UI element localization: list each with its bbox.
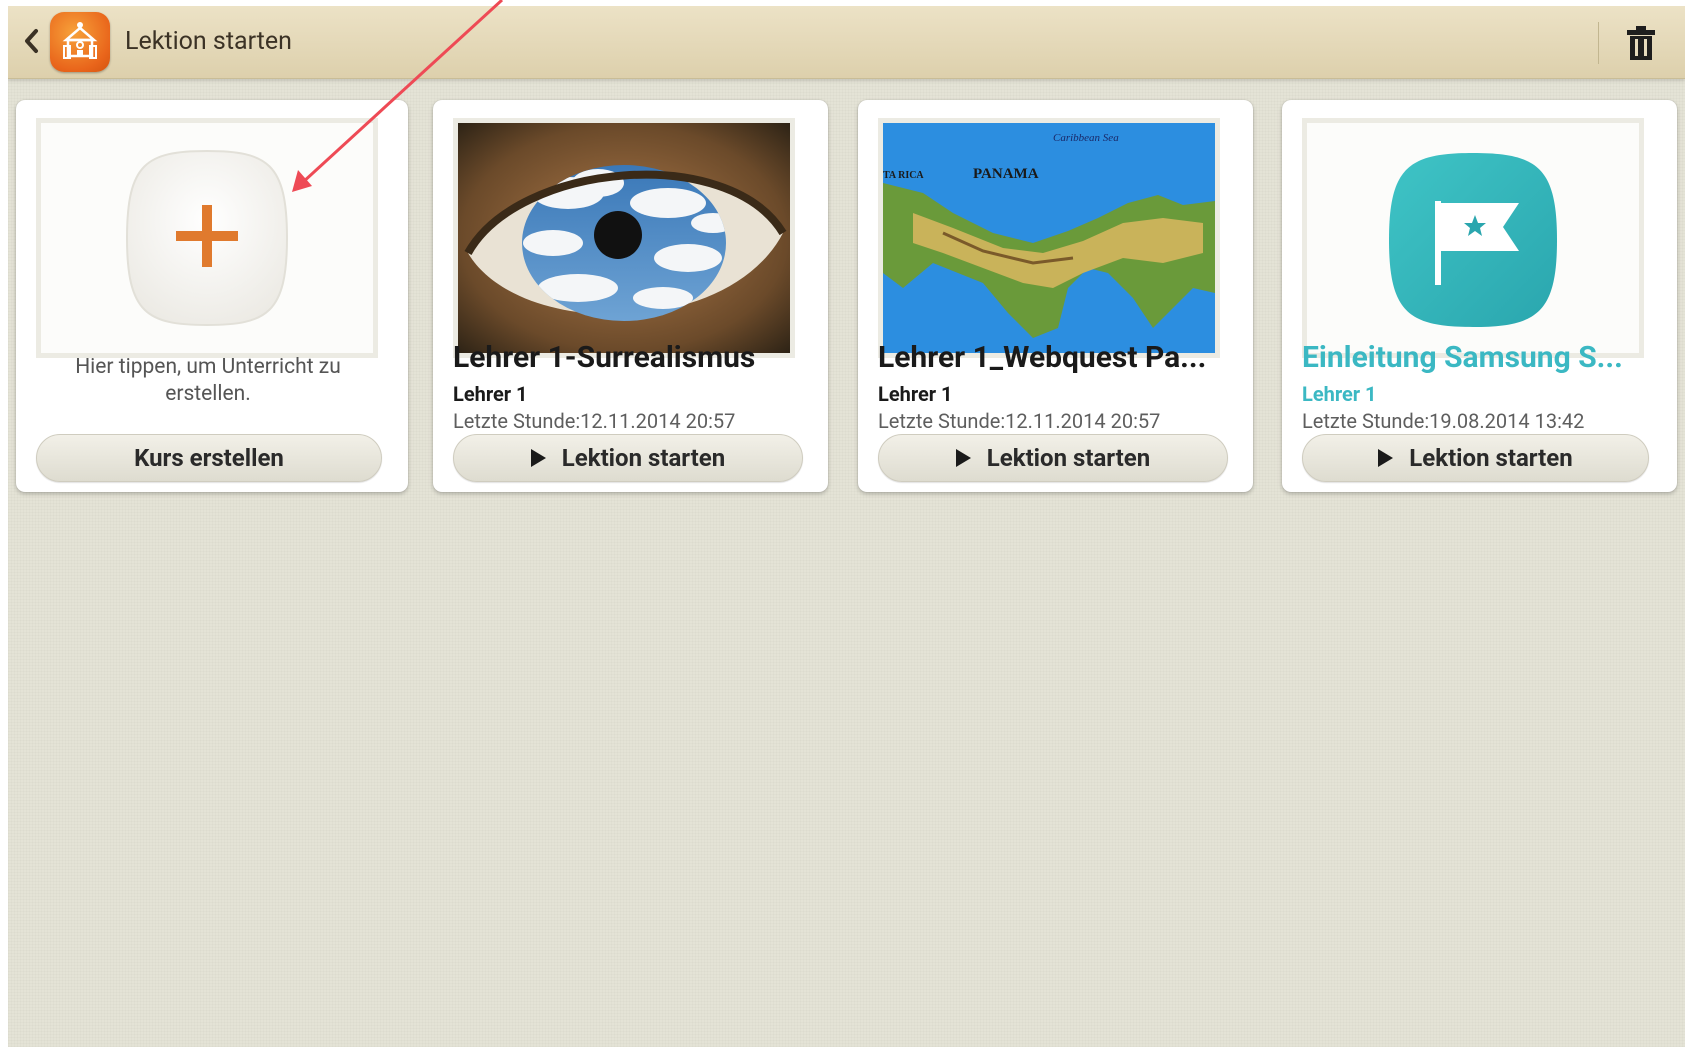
trash-icon[interactable]	[1625, 24, 1657, 62]
lesson-teacher: Lehrer 1	[453, 382, 528, 406]
play-icon	[955, 449, 971, 467]
classroom-icon[interactable]	[50, 12, 110, 72]
map-label-neighbor: TA RICA	[883, 170, 924, 181]
map-label-country: PANAMA	[973, 166, 1039, 182]
start-lesson-button[interactable]: Lektion starten	[1302, 434, 1649, 482]
lesson-card[interactable]: Caribbean Sea PANAMA TA RICA Lehrer 1_We…	[858, 100, 1253, 492]
lesson-title: Lehrer 1-Surrealismus	[453, 340, 756, 375]
start-lesson-label: Lektion starten	[986, 444, 1151, 472]
lesson-card[interactable]: Einleitung Samsung S... Lehrer 1 Letzte …	[1282, 100, 1677, 492]
chevron-left-icon[interactable]	[22, 28, 42, 54]
page-title: Lektion starten	[125, 27, 292, 56]
start-lesson-button[interactable]: Lektion starten	[878, 434, 1228, 482]
flag-icon	[1389, 153, 1557, 327]
lesson-title: Lehrer 1_Webquest Pa...	[878, 340, 1207, 375]
map-label-sea: Caribbean Sea	[1053, 132, 1119, 144]
action-bar-divider	[1598, 22, 1599, 64]
create-hint-text: Hier tippen, um Unterricht zu erstellen.	[75, 355, 341, 406]
start-lesson-label: Lektion starten	[1409, 444, 1573, 472]
create-course-button[interactable]: Kurs erstellen	[36, 434, 382, 482]
lesson-teacher: Lehrer 1	[1302, 382, 1377, 406]
play-icon	[1378, 449, 1394, 467]
create-course-button-label: Kurs erstellen	[134, 444, 284, 472]
lesson-teacher: Lehrer 1	[878, 382, 953, 406]
lesson-card[interactable]: Lehrer 1-Surrealismus Lehrer 1 Letzte St…	[433, 100, 828, 492]
app-screen: Lektion starten Hier tippen, um Unterric…	[8, 6, 1685, 1047]
start-lesson-button[interactable]: Lektion starten	[453, 434, 803, 482]
create-course-card[interactable]: Hier tippen, um Unterricht zu erstellen.…	[16, 100, 408, 492]
plus-icon[interactable]	[41, 123, 373, 353]
lesson-last-date: Letzte Stunde:19.08.2014 13:42	[1302, 409, 1585, 433]
action-bar: Lektion starten	[8, 6, 1685, 79]
flag-thumbnail	[1302, 118, 1644, 358]
panama-map-image: Caribbean Sea PANAMA TA RICA	[878, 118, 1220, 358]
lesson-last-date: Letzte Stunde:12.11.2014 20:57	[453, 409, 736, 433]
start-lesson-label: Lektion starten	[561, 444, 726, 472]
create-thumbnail[interactable]	[36, 118, 378, 358]
lesson-last-date: Letzte Stunde:12.11.2014 20:57	[878, 409, 1161, 433]
surreal-eye-image	[453, 118, 795, 358]
lesson-title: Einleitung Samsung S...	[1302, 340, 1623, 375]
play-icon	[530, 449, 546, 467]
